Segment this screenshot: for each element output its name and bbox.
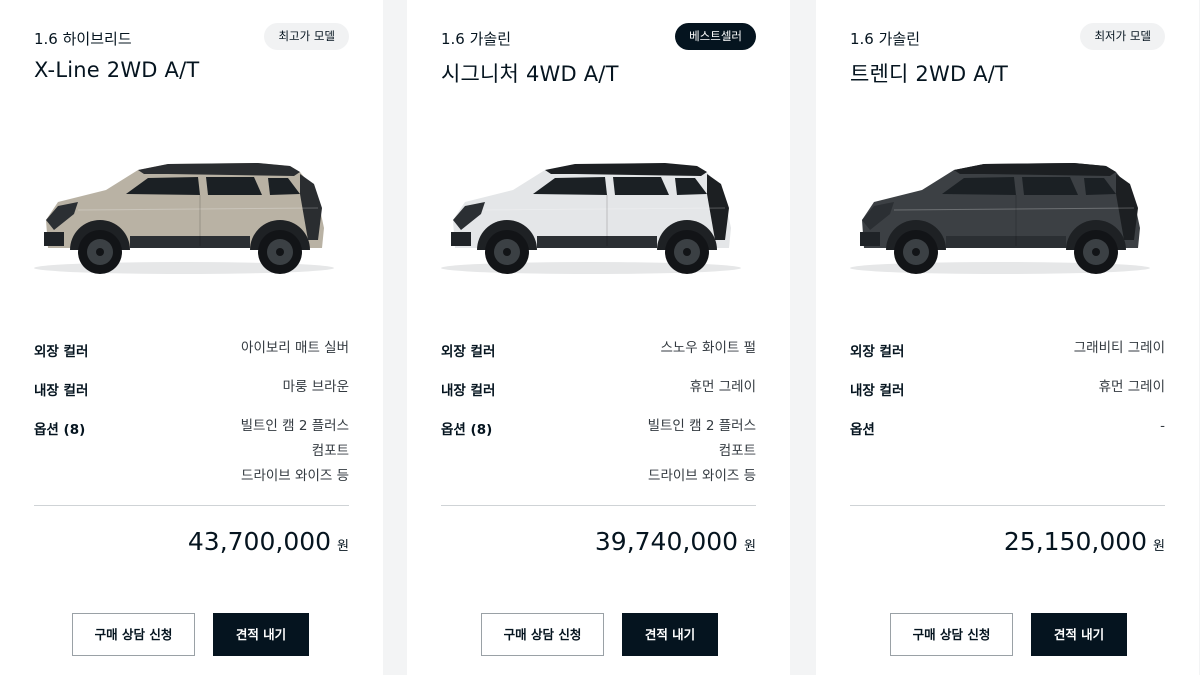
spec-value: 스노우 화이트 펄 [660, 340, 756, 356]
spec-value: 아이보리 매트 실버 [241, 340, 349, 356]
quote-button[interactable]: 견적 내기 [1031, 613, 1127, 656]
option-line: 컴포트 [718, 443, 756, 459]
spec-value: 그래비티 그레이 [1073, 340, 1165, 356]
quote-button[interactable]: 견적 내기 [622, 613, 718, 656]
spec-value: 휴먼 그레이 [689, 379, 756, 395]
spec-label: 옵션 [850, 422, 875, 438]
spec-label: 내장 컬러 [34, 383, 89, 399]
price: 43,700,000 원 [188, 527, 349, 556]
trim-name: X-Line 2WD A/T [34, 58, 200, 82]
price: 25,150,000 원 [1004, 527, 1165, 556]
spec-value: 마룽 브라운 [282, 379, 349, 395]
option-line: 빌트인 캠 2 플러스 [647, 418, 756, 434]
powertrain-label: 1.6 가솔린 [441, 30, 512, 48]
car-image [34, 163, 334, 274]
trim-name: 시그니처 4WD A/T [441, 62, 619, 86]
spec-label: 외장 컬러 [441, 344, 496, 360]
option-line: - [1160, 418, 1165, 434]
spec-label: 외장 컬러 [850, 344, 905, 360]
price-value: 39,740,000 [594, 527, 739, 556]
spec-value: 휴먼 그레이 [1098, 379, 1165, 395]
badge-lowest-price: 최저가 모델 [1080, 23, 1165, 50]
price-value: 25,150,000 [1003, 527, 1148, 556]
spec-label: 내장 컬러 [850, 383, 905, 399]
price-value: 43,700,000 [187, 527, 332, 556]
option-line: 드라이브 와이즈 등 [648, 468, 756, 484]
price-currency: 원 [744, 539, 756, 554]
trim-card: 1.6 가솔린 시그니처 4WD A/T 베스트셀러 외장 컬러 스노우 화이트… [407, 0, 790, 675]
divider [34, 505, 349, 506]
price-currency: 원 [337, 539, 349, 554]
powertrain-label: 1.6 가솔린 [850, 30, 921, 48]
badge-top-price: 최고가 모델 [264, 23, 349, 50]
divider [441, 505, 756, 506]
spec-label: 옵션 (8) [441, 422, 493, 438]
badge-bestseller: 베스트셀러 [675, 23, 756, 50]
consult-button[interactable]: 구매 상담 신청 [481, 613, 604, 656]
option-line: 컴포트 [311, 443, 349, 459]
trim-card: 1.6 가솔린 트렌디 2WD A/T 최저가 모델 외장 컬러 그래비티 그레… [816, 0, 1199, 675]
option-line: 드라이브 와이즈 등 [241, 468, 349, 484]
consult-button[interactable]: 구매 상담 신청 [72, 613, 195, 656]
quote-button[interactable]: 견적 내기 [213, 613, 309, 656]
price-currency: 원 [1153, 539, 1165, 554]
trim-name: 트렌디 2WD A/T [850, 62, 1009, 86]
option-line: 빌트인 캠 2 플러스 [240, 418, 349, 434]
spec-label: 외장 컬러 [34, 344, 89, 360]
trim-card: 1.6 하이브리드 X-Line 2WD A/T 최고가 모델 외장 컬러 아이… [0, 0, 383, 675]
car-image [850, 163, 1150, 274]
spec-label: 내장 컬러 [441, 383, 496, 399]
consult-button[interactable]: 구매 상담 신청 [890, 613, 1013, 656]
spec-label: 옵션 (8) [34, 422, 86, 438]
powertrain-label: 1.6 하이브리드 [34, 30, 132, 48]
divider [850, 505, 1165, 506]
car-image [441, 163, 741, 274]
price: 39,740,000 원 [595, 527, 756, 556]
